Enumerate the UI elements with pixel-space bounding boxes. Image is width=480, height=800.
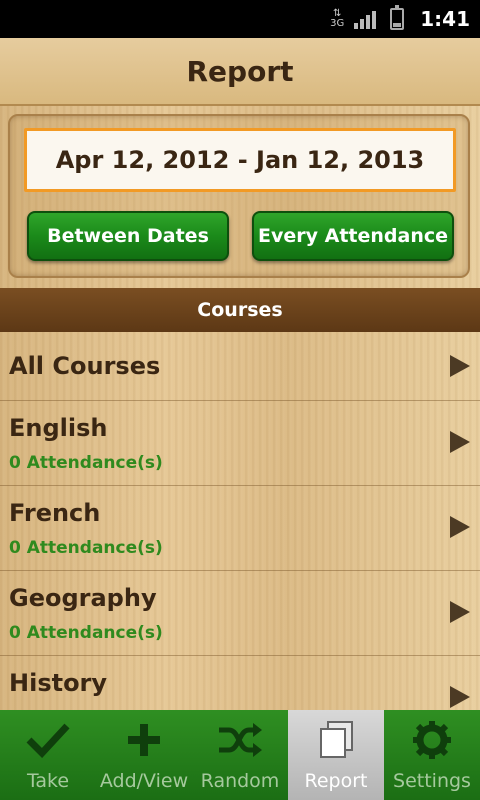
between-dates-button[interactable]: Between Dates: [27, 211, 229, 261]
page-title: Report: [186, 54, 294, 88]
every-attendance-button[interactable]: Every Attendance: [252, 211, 454, 261]
gear-icon: [408, 718, 456, 762]
chevron-right-icon: [450, 686, 470, 708]
chevron-right-icon: [450, 431, 470, 453]
signal-icon: [354, 9, 377, 29]
course-row-all-courses[interactable]: All Courses: [0, 332, 480, 401]
date-range-field[interactable]: Apr 12, 2012 - Jan 12, 2013: [24, 128, 456, 192]
tab-label: Add/View: [99, 770, 189, 792]
course-name: Geography: [9, 584, 157, 612]
attendance-count: 0 Attendance(s): [9, 623, 163, 643]
tab-settings[interactable]: Settings: [384, 710, 480, 800]
network-3g-icon: ⇅ 3G: [330, 8, 345, 29]
course-row-french[interactable]: French 0 Attendance(s): [0, 486, 480, 571]
course-row-english[interactable]: English 0 Attendance(s): [0, 401, 480, 486]
course-name: French: [9, 499, 101, 527]
courses-section-header: Courses: [0, 288, 480, 332]
course-row-geography[interactable]: Geography 0 Attendance(s): [0, 571, 480, 656]
tab-random[interactable]: Random: [192, 710, 288, 800]
tab-report[interactable]: Report: [288, 710, 384, 800]
course-list: All Courses English 0 Attendance(s) Fren…: [0, 332, 480, 710]
tab-add-view[interactable]: Add/View: [96, 710, 192, 800]
status-bar: ⇅ 3G 1:41: [0, 0, 480, 38]
tab-label: Take: [26, 770, 70, 792]
tab-label: Report: [304, 770, 368, 792]
bottom-tab-bar: Take Add/View Random Report Settings: [0, 710, 480, 800]
status-time: 1:41: [420, 7, 470, 31]
course-name: All Courses: [9, 352, 161, 380]
title-bar: Report: [0, 38, 480, 106]
chevron-right-icon: [450, 355, 470, 377]
tab-label: Settings: [393, 770, 471, 792]
check-icon: [24, 718, 72, 762]
plus-icon: [120, 718, 168, 762]
attendance-count: 0 Attendance(s): [9, 453, 163, 473]
shuffle-icon: [216, 718, 264, 762]
network-label: 3G: [330, 18, 345, 29]
report-icon: [312, 718, 360, 762]
course-name: English: [9, 414, 108, 442]
attendance-count: 0 Attendance(s): [9, 538, 163, 558]
chevron-right-icon: [450, 516, 470, 538]
course-row-history[interactable]: History: [0, 656, 480, 710]
tab-label: Random: [200, 770, 280, 792]
course-name: History: [9, 669, 108, 697]
battery-icon: [390, 5, 405, 30]
chevron-right-icon: [450, 601, 470, 623]
tab-take[interactable]: Take: [0, 710, 96, 800]
